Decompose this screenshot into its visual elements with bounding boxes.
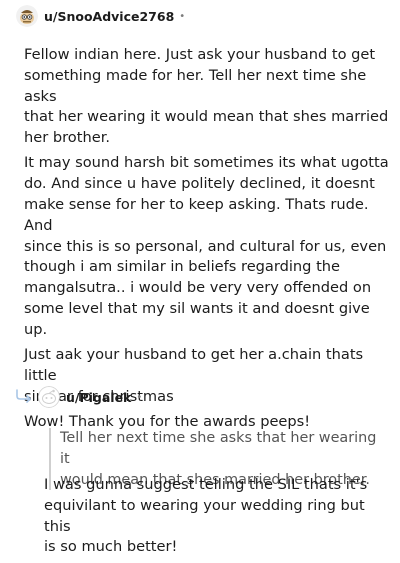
- separator-dot: •: [179, 10, 186, 22]
- comment-body: I was gunna suggest telling the SIL that…: [44, 475, 389, 563]
- comment-header: u/Pigalek •: [38, 386, 142, 408]
- username[interactable]: u/Pigalek: [66, 390, 131, 405]
- default-avatar-icon[interactable]: [38, 386, 60, 408]
- paragraph: Fellow indian here. Just ask your husban…: [24, 46, 389, 147]
- paragraph: I was gunna suggest telling the SIL that…: [44, 476, 368, 556]
- snoo-avatar-icon[interactable]: [16, 5, 38, 27]
- comment-body: Fellow indian here. Just ask your husban…: [24, 45, 394, 437]
- username[interactable]: u/SnooAdvice2768: [44, 9, 174, 24]
- separator-dot: •: [136, 391, 143, 403]
- reply-arrow-icon: [16, 389, 31, 403]
- comment-header: u/SnooAdvice2768 •: [16, 5, 185, 27]
- paragraph: It may sound harsh bit sometimes its wha…: [24, 154, 389, 338]
